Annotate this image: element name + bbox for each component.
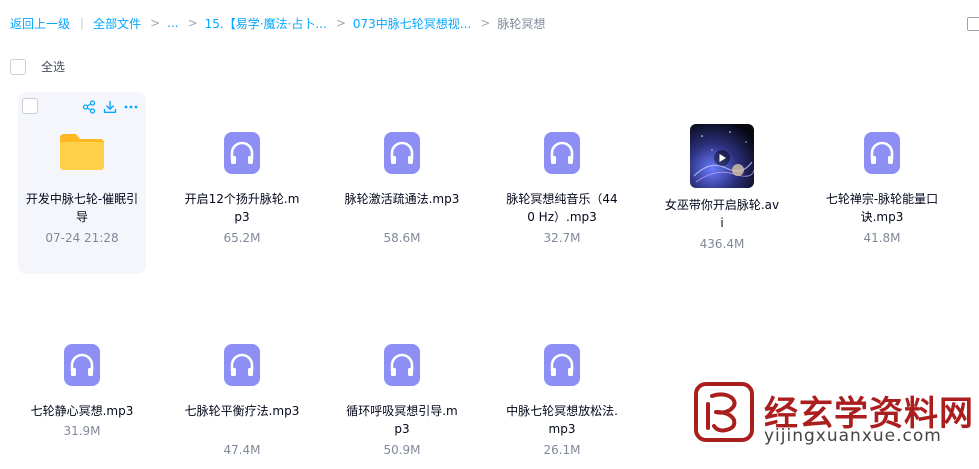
- watermark-url: yijingxuanxue.com: [764, 426, 942, 446]
- headphones-icon: [224, 344, 260, 386]
- chevron-right-icon: >: [187, 16, 198, 30]
- file-name[interactable]: 女巫带你开启脉轮.avi: [664, 196, 780, 232]
- file-date: 07-24 21:28: [45, 231, 119, 245]
- file-size: 436.4M: [699, 237, 745, 251]
- headphones-icon: [864, 132, 900, 174]
- file-size: 41.8M: [863, 231, 901, 245]
- file-name[interactable]: 开发中脉七轮-催眠引导: [24, 190, 140, 226]
- file-item-audio[interactable]: 循环呼吸冥想引导.mp3 50.9M: [338, 304, 466, 469]
- select-all-label: 全选: [41, 60, 66, 74]
- file-size: 58.6M: [383, 231, 421, 245]
- file-item-audio[interactable]: 脉轮冥想纯音乐（440 Hz）.mp3 32.7M: [498, 92, 626, 274]
- breadcrumb-ellipsis[interactable]: ...: [167, 16, 178, 30]
- chevron-right-icon: >: [335, 16, 346, 30]
- headphones-icon: [384, 344, 420, 386]
- breadcrumb-current: 脉轮冥想: [497, 16, 546, 31]
- chevron-right-icon: >: [150, 16, 161, 30]
- file-item-audio[interactable]: 中脉七轮冥想放松法.mp3 26.1M: [498, 304, 626, 469]
- view-toggle-button[interactable]: [967, 17, 979, 31]
- watermark-logo-icon: [694, 382, 754, 442]
- item-checkbox[interactable]: [22, 98, 38, 114]
- file-name[interactable]: 七轮禅宗-脉轮能量口诀.mp3: [824, 190, 940, 226]
- breadcrumb: 返回上一级 | 全部文件 > ... > 15.【易学·魔法·占卜... > 0…: [10, 14, 545, 32]
- file-size: 32.7M: [543, 231, 581, 245]
- breadcrumb-folder-1[interactable]: 15.【易学·魔法·占卜...: [205, 15, 327, 32]
- file-item-folder[interactable]: 开发中脉七轮-催眠引导 07-24 21:28: [18, 92, 146, 274]
- headphones-icon: [544, 344, 580, 386]
- select-all[interactable]: 全选: [10, 58, 65, 75]
- watermark: 经玄学资料网 yijingxuanxue.com: [690, 380, 979, 469]
- item-actions: [82, 100, 138, 114]
- back-link[interactable]: 返回上一级: [10, 15, 70, 32]
- file-name[interactable]: 中脉七轮冥想放松法.mp3: [504, 402, 620, 438]
- file-size: 50.9M: [383, 443, 421, 457]
- headphones-icon: [64, 344, 100, 386]
- file-size: 31.9M: [63, 424, 101, 438]
- headphones-icon: [224, 132, 260, 174]
- file-name[interactable]: 循环呼吸冥想引导.mp3: [344, 402, 460, 438]
- more-icon[interactable]: [124, 100, 138, 114]
- file-size: 26.1M: [543, 443, 581, 457]
- file-item-audio[interactable]: 七轮静心冥想.mp3 31.9M: [18, 304, 146, 469]
- share-icon[interactable]: [82, 100, 96, 114]
- breadcrumb-divider: |: [80, 16, 85, 30]
- headphones-icon: [544, 132, 580, 174]
- file-name[interactable]: 脉轮冥想纯音乐（440 Hz）.mp3: [504, 190, 620, 226]
- file-item-video[interactable]: 女巫带你开启脉轮.avi 436.4M: [658, 92, 786, 274]
- file-item-audio[interactable]: 脉轮激活疏通法.mp3 58.6M: [338, 92, 466, 274]
- file-item-audio[interactable]: 七脉轮平衡疗法.mp3 47.4M: [178, 304, 306, 469]
- file-name[interactable]: 七脉轮平衡疗法.mp3: [184, 402, 300, 420]
- breadcrumb-folder-2[interactable]: 073中脉七轮冥想视...: [353, 15, 471, 32]
- breadcrumb-all-files[interactable]: 全部文件: [93, 15, 141, 32]
- file-name[interactable]: 开启12个扬升脉轮.mp3: [184, 190, 300, 226]
- file-item-audio[interactable]: 七轮禅宗-脉轮能量口诀.mp3 41.8M: [818, 92, 946, 274]
- file-size: 47.4M: [223, 443, 261, 457]
- file-name[interactable]: 脉轮激活疏通法.mp3: [344, 190, 460, 208]
- video-thumbnail: [690, 124, 754, 188]
- file-name[interactable]: 七轮静心冥想.mp3: [24, 402, 140, 420]
- file-size: 65.2M: [223, 231, 261, 245]
- chevron-right-icon: >: [480, 16, 491, 30]
- headphones-icon: [384, 132, 420, 174]
- folder-icon: [58, 132, 106, 172]
- file-item-audio[interactable]: 开启12个扬升脉轮.mp3 65.2M: [178, 92, 306, 274]
- select-all-checkbox[interactable]: [10, 58, 26, 75]
- download-icon[interactable]: [103, 100, 117, 114]
